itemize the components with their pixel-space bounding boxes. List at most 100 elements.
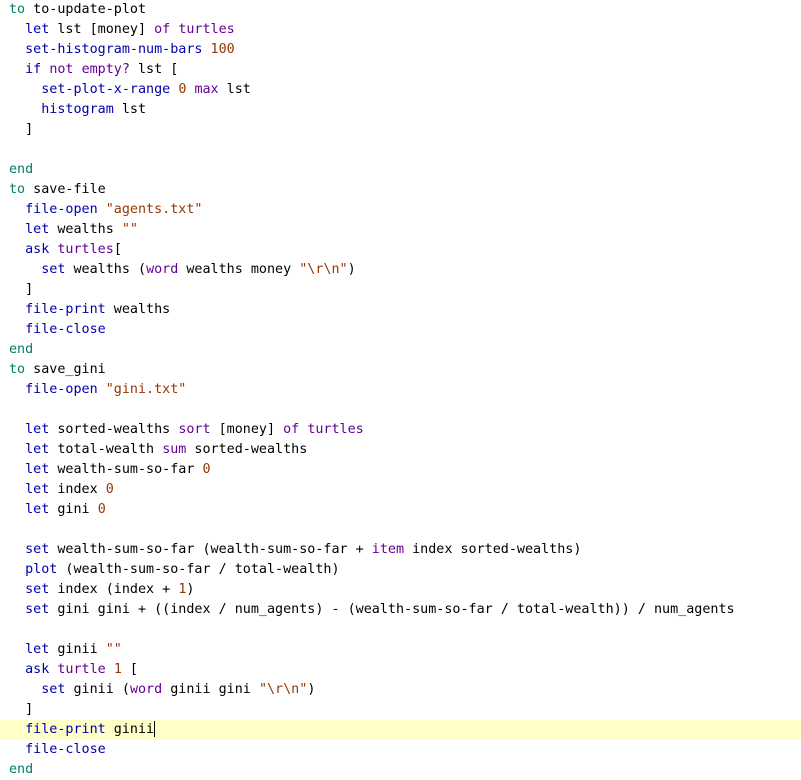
code-token: "" [121,222,138,237]
code-line[interactable]: end [0,340,801,360]
code-token: sorted-wealths [186,442,308,457]
code-token: not [49,62,74,77]
code-line[interactable]: plot (wealth-sum-so-far / total-wealth) [0,560,801,580]
code-line[interactable]: ] [0,700,801,720]
code-token: file-open [9,382,98,397]
code-token: wealth-sum-so-far [49,462,203,477]
code-token: sorted-wealths [49,422,179,437]
code-token: lst [ [129,62,179,77]
code-token: ) [307,682,316,697]
code-token: sum [162,442,187,457]
code-token: index (index + [49,582,179,597]
code-line[interactable]: ask turtles[ [0,240,801,260]
code-token: ginii [49,642,106,657]
code-line[interactable]: file-close [0,320,801,340]
code-token: file-close [9,742,106,757]
code-line[interactable]: ask turtle 1 [ [0,660,801,680]
code-token: file-print [9,722,106,737]
code-token: 0 [202,462,211,477]
code-line[interactable]: ] [0,280,801,300]
code-line[interactable] [0,400,801,420]
code-token: word [129,682,163,697]
code-token: to [9,362,26,377]
code-token: total-wealth [49,442,163,457]
code-token: (wealth-sum-so-far / total-wealth) [57,562,340,577]
code-token: save_gini [25,362,106,377]
code-token: word [146,262,179,277]
code-line[interactable]: set wealths (word wealths money "\r\n") [0,260,801,280]
code-token: wealths [105,302,171,317]
code-line[interactable]: let index 0 [0,480,801,500]
code-line[interactable] [0,140,801,160]
code-token: ginii gini [162,682,259,697]
code-token: of [283,422,300,437]
code-line[interactable] [0,620,801,640]
code-token: turtle [57,662,106,677]
code-token: let [9,462,50,477]
code-token: file-close [9,322,106,337]
code-token: to-update-plot [25,2,147,17]
code-token: plot [9,562,58,577]
code-line[interactable]: let wealths "" [0,220,801,240]
code-token: ] [9,702,34,717]
code-line[interactable]: file-close [0,740,801,760]
code-token: let [9,502,50,517]
code-token: let [9,482,50,497]
code-line[interactable] [0,520,801,540]
code-editor[interactable]: to to-update-plot let lst [money] of tur… [0,0,801,780]
code-token: set [9,262,66,277]
code-line[interactable]: set gini gini + ((index / num_agents) - … [0,600,801,620]
code-token: [money] [210,422,284,437]
code-token: end [9,342,34,357]
code-token: 100 [210,42,235,57]
code-line[interactable]: set index (index + 1) [0,580,801,600]
code-token: histogram [9,102,114,117]
code-token: let [9,222,50,237]
code-line[interactable]: set-histogram-num-bars 100 [0,40,801,60]
code-line[interactable]: end [0,760,801,780]
code-line[interactable]: end [0,160,801,180]
code-line[interactable]: set wealth-sum-so-far (wealth-sum-so-far… [0,540,801,560]
code-line[interactable]: let ginii "" [0,640,801,660]
code-line[interactable]: let wealth-sum-so-far 0 [0,460,801,480]
code-line[interactable]: file-print wealths [0,300,801,320]
code-line[interactable]: file-open "agents.txt" [0,200,801,220]
code-token: [ [121,662,138,677]
code-token: ] [9,122,34,137]
code-token: lst [218,82,251,97]
code-token: lst [113,102,147,117]
code-token: file-open [9,202,98,217]
code-token: let [9,642,50,657]
code-line[interactable]: let gini 0 [0,500,801,520]
code-token: wealths [49,222,122,237]
code-token: ask [9,662,50,677]
code-token: "\r\n" [299,262,348,277]
code-line[interactable]: let sorted-wealths sort [money] of turtl… [0,420,801,440]
code-token: sort [178,422,211,437]
code-token: ) [347,262,356,277]
code-line[interactable]: histogram lst [0,100,801,120]
code-token: 1 [113,662,122,677]
code-line[interactable]: file-open "gini.txt" [0,380,801,400]
code-token: index sorted-wealths) [404,542,582,557]
code-line[interactable]: let total-wealth sum sorted-wealths [0,440,801,460]
code-token: "gini.txt" [105,382,187,397]
code-line[interactable]: if not empty? lst [ [0,60,801,80]
code-line[interactable]: to save_gini [0,360,801,380]
code-token: set [9,542,50,557]
code-line[interactable]: let lst [money] of turtles [0,20,801,40]
code-token: gini [49,502,98,517]
code-line[interactable]: to to-update-plot [0,0,801,20]
code-line[interactable]: set-plot-x-range 0 max lst [0,80,801,100]
code-token: let [9,442,50,457]
code-line[interactable]: file-print ginii [0,720,801,740]
code-token: ginii ( [65,682,130,697]
code-line[interactable]: set ginii (word ginii gini "\r\n") [0,680,801,700]
code-line[interactable]: ] [0,120,801,140]
code-token: gini gini + ((index / num_agents) - (wea… [49,602,735,617]
code-line[interactable]: to save-file [0,180,801,200]
